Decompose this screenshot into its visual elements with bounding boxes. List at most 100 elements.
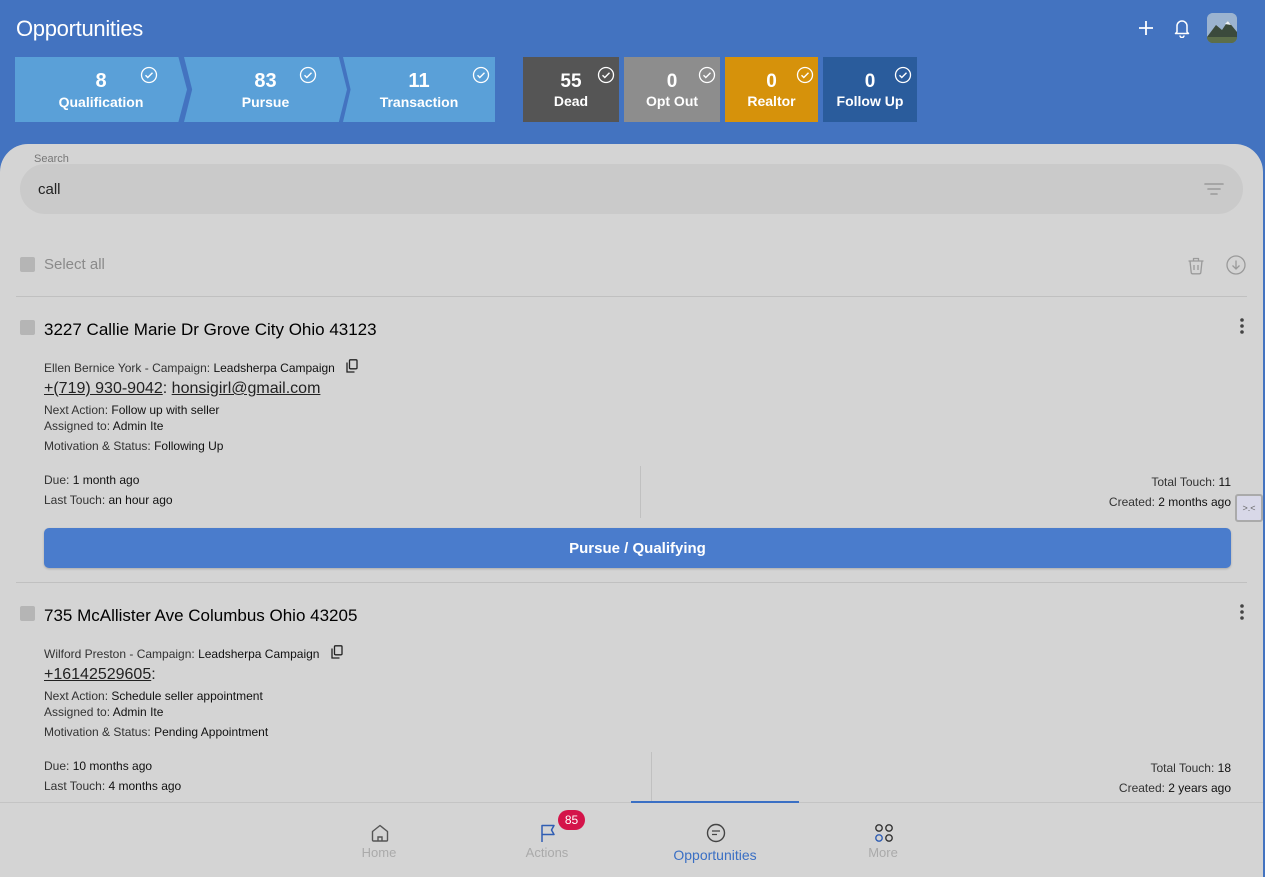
phone-link[interactable]: +16142529605 <box>44 666 151 683</box>
created: Created: 2 years ago <box>1119 781 1231 795</box>
search-input[interactable] <box>38 175 1178 203</box>
trash-icon[interactable] <box>1185 254 1207 276</box>
last-touch-label: Last Touch: <box>44 493 109 507</box>
created-label: Created: <box>1108 495 1159 509</box>
actions-badge: 85 <box>558 810 585 830</box>
total-touch-label: Total Touch: <box>1150 761 1218 775</box>
more-vert-icon[interactable] <box>1237 602 1247 622</box>
card-address[interactable]: 3227 Callie Marie Dr Grove City Ohio 431… <box>44 320 377 340</box>
stage-label: Pursue <box>241 94 290 110</box>
next-action: Next Action: Follow up with seller <box>44 403 219 417</box>
stage-label: Qualification <box>58 94 144 110</box>
check-circle-icon <box>299 66 317 84</box>
copy-icon[interactable] <box>346 359 358 373</box>
email-link[interactable]: honsigirl@gmail.com <box>172 380 321 397</box>
search-box <box>20 164 1243 214</box>
stage-opt-out[interactable]: 0 Opt Out <box>624 57 720 122</box>
stage-dead[interactable]: 55 Dead <box>523 57 619 122</box>
due: Due: 10 months ago <box>44 759 152 773</box>
status-value: Following Up <box>154 439 224 453</box>
nav-actions[interactable]: 85 Actions <box>463 803 631 877</box>
total-touch: Total Touch: 18 <box>1150 761 1231 775</box>
assigned-to: Assigned to: Admin Ite <box>44 705 163 719</box>
status-value: Pending Appointment <box>154 725 269 739</box>
owner-line: Ellen Bernice York - Campaign: Leadsherp… <box>44 359 358 375</box>
filter-icon[interactable] <box>1203 180 1225 198</box>
check-circle-icon <box>597 66 615 84</box>
due: Due: 1 month ago <box>44 473 139 487</box>
nav-home[interactable]: Home <box>295 803 463 877</box>
stage-label: Follow Up <box>836 93 904 109</box>
motivation-status: Motivation & Status: Pending Appointment <box>44 725 268 739</box>
campaign-name: Leadsherpa Campaign <box>198 647 320 661</box>
created-label: Created: <box>1118 781 1169 795</box>
owner-name: Wilford Preston <box>44 647 127 661</box>
motivation-status: Motivation & Status: Following Up <box>44 439 223 453</box>
last-touch: Last Touch: 4 months ago <box>44 779 181 793</box>
card-address[interactable]: 735 McAllister Ave Columbus Ohio 43205 <box>44 606 357 626</box>
card-checkbox[interactable] <box>20 606 35 621</box>
side-panel-toggle[interactable]: >.< <box>1235 494 1263 522</box>
avatar[interactable] <box>1207 13 1237 43</box>
chat-icon <box>706 823 726 843</box>
due-label: Due: <box>44 759 73 773</box>
add-icon[interactable] <box>1135 13 1157 43</box>
stage-pursue[interactable]: 83 Pursue <box>184 57 347 122</box>
card-checkbox[interactable] <box>20 320 35 335</box>
stage-transaction[interactable]: 11 Transaction <box>343 57 495 122</box>
next-action-label: Next Action: <box>44 689 112 703</box>
due-value: 10 months ago <box>72 759 153 773</box>
download-icon[interactable] <box>1225 254 1247 276</box>
stage-qualification[interactable]: 8 Qualification <box>15 57 187 122</box>
stage-label: Dead <box>553 93 589 109</box>
next-action-value: Schedule seller appointment <box>111 689 263 703</box>
contact-line: +(719) 930-9042: honsigirl@gmail.com <box>44 380 320 398</box>
stage-label: Transaction <box>379 94 459 110</box>
stage-realtor[interactable]: 0 Realtor <box>725 57 818 122</box>
created: Created: 2 months ago <box>1109 495 1231 509</box>
flag-icon <box>541 824 555 842</box>
last-touch: Last Touch: an hour ago <box>44 493 173 507</box>
last-touch-value: 4 months ago <box>108 779 182 793</box>
pursue-qualifying-button[interactable]: Pursue / Qualifying <box>44 528 1231 568</box>
stage-follow-up[interactable]: 0 Follow Up <box>823 57 917 122</box>
assigned-label: Assigned to: <box>44 705 113 719</box>
check-circle-icon <box>698 66 716 84</box>
grid-icon <box>875 824 893 842</box>
campaign-name: Leadsherpa Campaign <box>213 361 335 375</box>
divider <box>16 582 1247 583</box>
owner-name: Ellen Bernice York <box>44 361 142 375</box>
divider <box>16 296 1247 297</box>
select-all-checkbox[interactable] <box>20 257 35 272</box>
check-circle-icon <box>894 66 912 84</box>
check-circle-icon <box>140 66 158 84</box>
nav-more[interactable]: More <box>799 803 967 877</box>
nav-label: Home <box>361 845 397 860</box>
contact-separator: : <box>162 380 168 397</box>
list-actions <box>1185 254 1247 276</box>
last-touch-value: an hour ago <box>108 493 173 507</box>
more-vert-icon[interactable] <box>1237 316 1247 336</box>
contact-line: +16142529605: <box>44 666 156 684</box>
assigned-value: Admin Ite <box>112 419 164 433</box>
select-all[interactable]: Select all <box>20 256 105 273</box>
stage-count: 8 <box>95 70 107 92</box>
phone-link[interactable]: +(719) 930-9042 <box>44 380 163 397</box>
page-title: Opportunities <box>16 16 143 41</box>
due-label: Due: <box>44 473 73 487</box>
stage-label: Realtor <box>747 93 796 109</box>
nav-label: Actions <box>525 845 569 860</box>
next-action: Next Action: Schedule seller appointment <box>44 689 263 703</box>
total-touch-value: 18 <box>1217 761 1231 775</box>
total-touch: Total Touch: 11 <box>1151 475 1231 489</box>
bell-icon[interactable] <box>1171 13 1193 43</box>
status-label: Motivation & Status: <box>44 439 155 453</box>
header: Opportunities 8 Qualification 83 Pursue … <box>0 0 1265 160</box>
next-action-label: Next Action: <box>44 403 112 417</box>
assigned-value: Admin Ite <box>112 705 164 719</box>
nav-opportunities[interactable]: Opportunities <box>631 801 799 876</box>
divider <box>651 752 652 804</box>
created-value: 2 months ago <box>1158 495 1231 509</box>
copy-icon[interactable] <box>331 645 343 659</box>
select-all-label: Select all <box>44 256 105 273</box>
